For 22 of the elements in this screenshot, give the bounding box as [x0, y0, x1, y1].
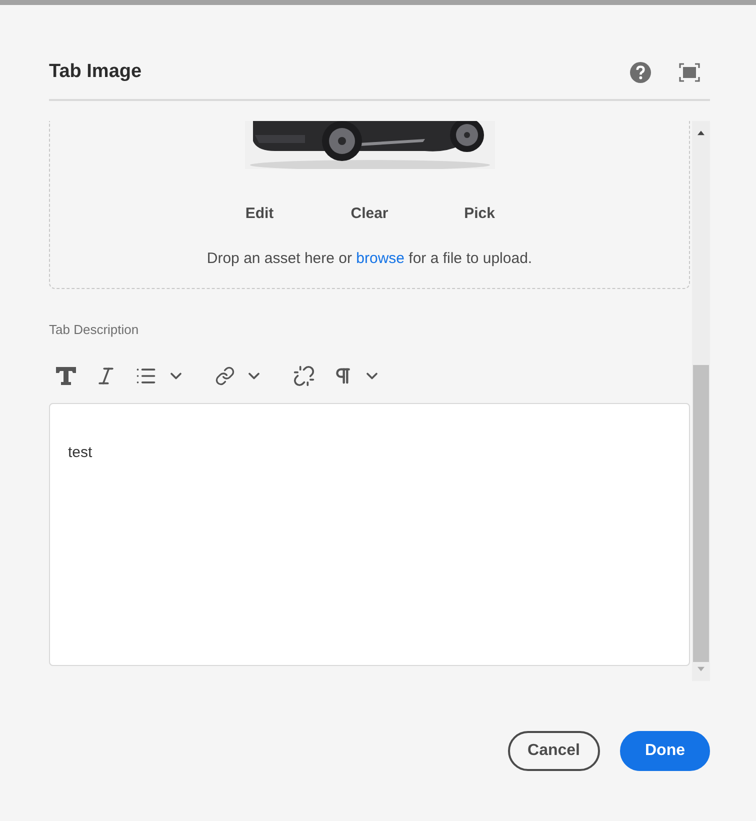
- field-label: Tab Description: [49, 322, 139, 337]
- help-icon[interactable]: [630, 62, 651, 83]
- unlink-icon: [293, 365, 315, 387]
- scrollbar-thumb[interactable]: [693, 365, 709, 662]
- drop-hint: Drop an asset here or browse for a file to upload.: [206, 250, 532, 267]
- image-action-button[interactable]: Clear: [314, 201, 424, 226]
- image-action-button[interactable]: Pick: [424, 201, 534, 226]
- link-icon: [215, 366, 235, 386]
- fullscreen-icon[interactable]: [679, 63, 700, 82]
- asset-drop-zone[interactable]: Edit Clear Pick Drop an asset here or browse for a file to upload.: [49, 121, 690, 289]
- description-editor[interactable]: test: [49, 403, 690, 666]
- scrollbar[interactable]: [692, 121, 710, 681]
- dialog-title: Tab Image: [49, 61, 143, 83]
- scroll-up-icon[interactable]: [696, 129, 706, 136]
- unlink-tool-button[interactable]: [293, 363, 315, 389]
- browse-link[interactable]: browse: [356, 250, 404, 267]
- done-button[interactable]: Done: [620, 731, 710, 771]
- bold-tool-button[interactable]: [55, 365, 77, 387]
- bold-icon: [55, 367, 77, 385]
- pilcrow-icon: [333, 366, 353, 386]
- image-action-button[interactable]: Edit: [204, 201, 314, 226]
- cancel-button[interactable]: Cancel: [508, 731, 600, 771]
